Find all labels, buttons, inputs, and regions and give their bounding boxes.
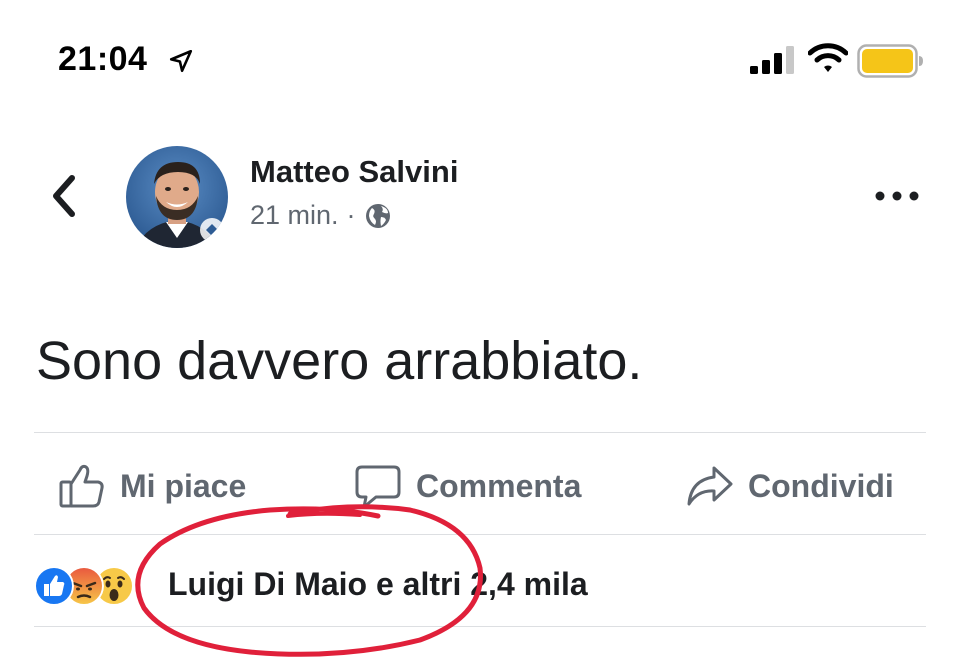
- cellular-signal-icon: [750, 46, 794, 74]
- author-avatar[interactable]: [126, 146, 228, 248]
- like-reaction-icon: [34, 566, 74, 606]
- divider: [34, 432, 926, 433]
- globe-icon: [365, 203, 390, 228]
- wifi-icon: [808, 43, 848, 72]
- post-text: Sono davvero arrabbiato.: [36, 331, 643, 391]
- status-time: 21:04: [58, 40, 148, 78]
- share-button[interactable]: Condividi: [686, 458, 894, 514]
- comment-button[interactable]: Commenta: [354, 458, 581, 514]
- location-arrow-icon: [169, 49, 193, 73]
- post-meta: 21 min. ·: [250, 200, 392, 231]
- author-name[interactable]: Matteo Salvini: [250, 154, 458, 190]
- reaction-icons[interactable]: [34, 563, 134, 609]
- like-label: Mi piace: [120, 467, 247, 504]
- thumbs-up-icon: [59, 464, 104, 508]
- share-arrow-icon: [687, 466, 733, 506]
- divider: [34, 626, 926, 627]
- post-time[interactable]: 21 min.: [250, 200, 339, 231]
- like-button[interactable]: Mi piace: [58, 458, 246, 514]
- status-bar: 21:04: [0, 0, 960, 110]
- battery-icon: [857, 44, 923, 78]
- meta-separator: ·: [346, 200, 356, 230]
- back-chevron-icon[interactable]: [48, 174, 78, 218]
- share-label: Condividi: [748, 467, 894, 504]
- divider: [34, 534, 926, 535]
- more-options-icon[interactable]: [874, 188, 920, 204]
- avatar-portrait-icon: [126, 146, 228, 248]
- comment-label: Commenta: [416, 467, 582, 504]
- reactions-summary[interactable]: Luigi Di Maio e altri 2,4 mila: [168, 566, 588, 603]
- comment-bubble-icon: [355, 465, 401, 509]
